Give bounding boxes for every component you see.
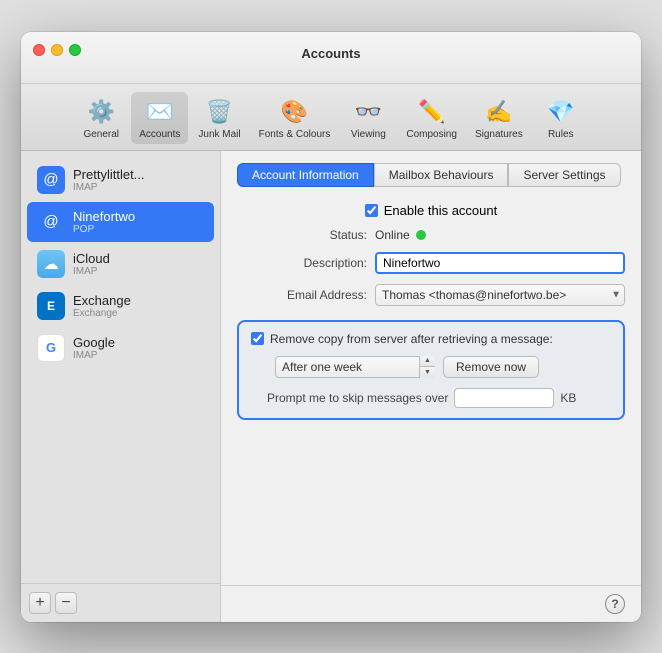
account-type-google: IMAP — [73, 350, 115, 361]
account-icon-google: G — [37, 334, 65, 362]
toolbar-label-fonts-colours: Fonts & Colours — [259, 129, 331, 140]
account-name-prettylittlet: Prettylittlet... — [73, 167, 145, 182]
composing-icon: ✏️ — [416, 96, 448, 128]
sidebar-item-exchange[interactable]: E Exchange Exchange — [27, 286, 214, 326]
titlebar: Accounts — [21, 32, 641, 84]
pop-controls-row: After one week After one day After one m… — [251, 356, 611, 378]
help-button[interactable]: ? — [605, 594, 625, 614]
toolbar-item-general[interactable]: ⚙️ General — [73, 92, 129, 144]
account-name-google: Google — [73, 335, 115, 350]
viewing-icon: 👓 — [352, 96, 384, 128]
email-address-select-wrapper: Thomas <thomas@ninefortwo.be> ▼ — [375, 284, 625, 306]
email-address-row: Email Address: Thomas <thomas@ninefortwo… — [237, 284, 625, 306]
toolbar-item-signatures[interactable]: ✍️ Signatures — [467, 92, 531, 144]
sidebar: @ Prettylittlet... IMAP @ Ninefortwo POP… — [21, 151, 221, 622]
sidebar-item-prettylittlet[interactable]: @ Prettylittlet... IMAP — [27, 160, 214, 200]
close-button[interactable] — [33, 44, 45, 56]
tab-mailbox-behaviours[interactable]: Mailbox Behaviours — [374, 163, 509, 187]
fonts-colours-icon: 🎨 — [278, 96, 310, 128]
description-row: Description: — [237, 252, 625, 274]
toolbar-item-fonts-colours[interactable]: 🎨 Fonts & Colours — [251, 92, 339, 144]
enable-account-row: Enable this account — [237, 203, 625, 218]
toolbar-label-junk-mail: Junk Mail — [198, 129, 240, 140]
tab-account-info[interactable]: Account Information — [237, 163, 374, 187]
kb-row: Prompt me to skip messages over KB — [251, 388, 611, 408]
tab-server-settings[interactable]: Server Settings — [508, 163, 620, 187]
account-icon-prettylittlet: @ — [37, 166, 65, 194]
sidebar-actions: + − — [21, 583, 220, 622]
status-indicator: Online — [375, 228, 426, 242]
toolbar-item-rules[interactable]: 💎 Rules — [533, 92, 589, 144]
toolbar-label-viewing: Viewing — [351, 129, 386, 140]
toolbar-label-general: General — [83, 129, 119, 140]
main-window: Accounts ⚙️ General ✉️ Accounts 🗑️ Junk … — [21, 32, 641, 622]
traffic-lights — [33, 44, 81, 56]
toolbar-item-composing[interactable]: ✏️ Composing — [398, 92, 465, 144]
description-input[interactable] — [375, 252, 625, 274]
toolbar: ⚙️ General ✉️ Accounts 🗑️ Junk Mail 🎨 Fo… — [21, 84, 641, 151]
status-label: Status: — [237, 228, 367, 242]
remove-copy-label: Remove copy from server after retrieving… — [270, 332, 553, 346]
prompt-label: Prompt me to skip messages over — [267, 391, 448, 405]
detail-panel: Account Information Mailbox Behaviours S… — [221, 151, 641, 585]
sidebar-item-ninefortwo[interactable]: @ Ninefortwo POP — [27, 202, 214, 242]
account-icon-icloud: ☁ — [37, 250, 65, 278]
general-icon: ⚙️ — [85, 96, 117, 128]
toolbar-label-signatures: Signatures — [475, 129, 523, 140]
tabs: Account Information Mailbox Behaviours S… — [237, 163, 625, 187]
window-title: Accounts — [301, 46, 360, 61]
account-type-ninefortwo: POP — [73, 224, 135, 235]
account-icon-ninefortwo: @ — [37, 208, 65, 236]
toolbar-label-accounts: Accounts — [139, 129, 180, 140]
remove-now-button[interactable]: Remove now — [443, 356, 539, 378]
account-type-icloud: IMAP — [73, 266, 110, 277]
junk-mail-icon: 🗑️ — [204, 96, 236, 128]
sidebar-item-icloud[interactable]: ☁ iCloud IMAP — [27, 244, 214, 284]
status-dot — [416, 230, 426, 240]
rules-icon: 💎 — [545, 96, 577, 128]
account-type-prettylittlet: IMAP — [73, 182, 145, 193]
account-icon-exchange: E — [37, 292, 65, 320]
remove-account-button[interactable]: − — [55, 592, 77, 614]
status-text: Online — [375, 228, 410, 242]
stepper-up-icon[interactable]: ▲ — [420, 356, 435, 368]
toolbar-item-junk-mail[interactable]: 🗑️ Junk Mail — [190, 92, 248, 144]
account-type-exchange: Exchange — [73, 308, 131, 319]
email-address-select[interactable]: Thomas <thomas@ninefortwo.be> — [375, 284, 625, 306]
maximize-button[interactable] — [69, 44, 81, 56]
stepper-down-icon[interactable]: ▼ — [420, 367, 435, 378]
description-label: Description: — [237, 256, 367, 270]
pop-section: Remove copy from server after retrieving… — [237, 320, 625, 420]
schedule-select[interactable]: After one week After one day After one m… — [275, 356, 435, 378]
toolbar-item-accounts[interactable]: ✉️ Accounts — [131, 92, 188, 144]
minimize-button[interactable] — [51, 44, 63, 56]
remove-copy-row: Remove copy from server after retrieving… — [251, 332, 611, 346]
toolbar-label-rules: Rules — [548, 129, 574, 140]
email-address-label: Email Address: — [237, 288, 367, 302]
enable-account-label: Enable this account — [384, 203, 497, 218]
main-content: @ Prettylittlet... IMAP @ Ninefortwo POP… — [21, 151, 641, 622]
sidebar-spacer — [21, 369, 220, 583]
signatures-icon: ✍️ — [483, 96, 515, 128]
account-name-icloud: iCloud — [73, 251, 110, 266]
detail-container: Account Information Mailbox Behaviours S… — [221, 151, 641, 622]
remove-copy-checkbox[interactable] — [251, 332, 264, 345]
account-name-ninefortwo: Ninefortwo — [73, 209, 135, 224]
account-name-exchange: Exchange — [73, 293, 131, 308]
sidebar-item-google[interactable]: G Google IMAP — [27, 328, 214, 368]
accounts-icon: ✉️ — [144, 96, 176, 128]
enable-account-checkbox[interactable] — [365, 204, 378, 217]
add-account-button[interactable]: + — [29, 592, 51, 614]
status-row: Status: Online — [237, 228, 625, 242]
toolbar-item-viewing[interactable]: 👓 Viewing — [340, 92, 396, 144]
schedule-select-wrapper: After one week After one day After one m… — [275, 356, 435, 378]
kb-label: KB — [560, 391, 576, 405]
toolbar-label-composing: Composing — [406, 129, 457, 140]
help-area: ? — [221, 585, 641, 622]
schedule-stepper[interactable]: ▲ ▼ — [419, 356, 435, 378]
kb-input[interactable] — [454, 388, 554, 408]
